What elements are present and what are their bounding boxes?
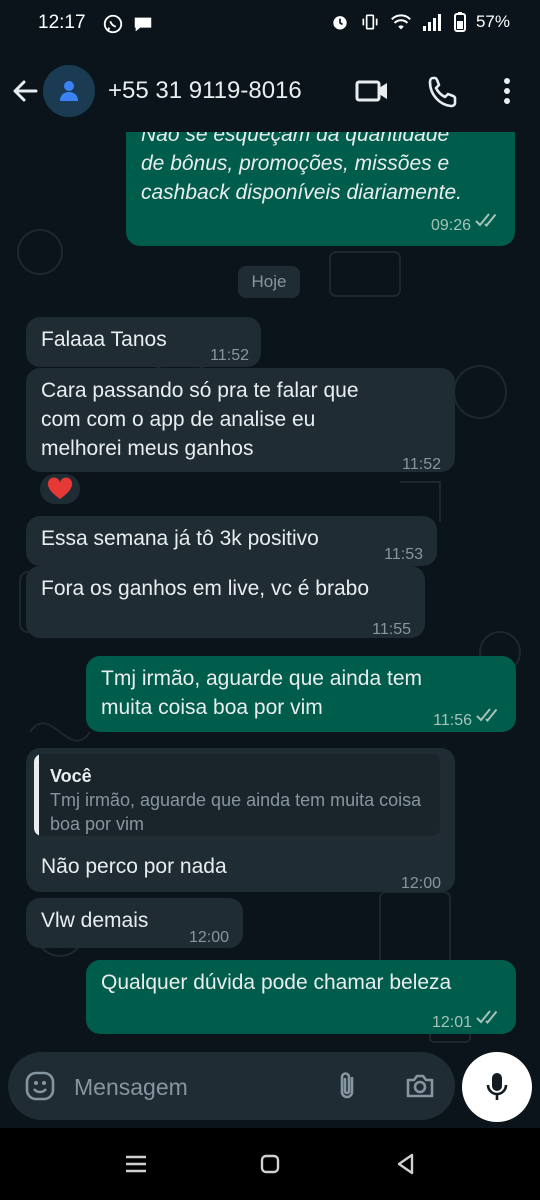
message-bubble-incoming[interactable]: Vlw demais 12:00 — [26, 898, 243, 948]
person-icon — [60, 81, 78, 101]
message-bubble-incoming[interactable]: Essa semana já tô 3k positivo 11:53 — [26, 516, 437, 566]
emoji-icon[interactable] — [24, 1070, 56, 1102]
reaction-badge[interactable] — [38, 472, 82, 506]
message-text: Tmj irmão, aguarde que ainda tem muita c… — [101, 667, 422, 719]
message-time: 12:00 — [400, 875, 441, 892]
message-bubble-outgoing[interactable]: Tmj irmão, aguarde que ainda tem muita c… — [86, 656, 516, 732]
chat-notification-icon — [134, 17, 152, 32]
read-ticks-icon — [475, 213, 497, 227]
message-time: 11:53 — [384, 546, 423, 563]
attach-icon[interactable] — [332, 1070, 364, 1102]
chat-area[interactable]: Não se esqueçam da quantidade de bônus, … — [0, 132, 540, 1050]
message-bubble-incoming[interactable]: Você Tmj irmão, aguarde que ainda tem mu… — [26, 748, 455, 892]
message-text: Qualquer dúvida pode chamar beleza — [101, 971, 452, 994]
date-divider: Hoje — [238, 266, 300, 298]
camera-icon[interactable] — [404, 1070, 436, 1102]
back-arrow-icon[interactable] — [10, 76, 40, 106]
avatar[interactable] — [43, 65, 95, 117]
message-time: 11:55 — [372, 621, 411, 638]
voice-message-button[interactable] — [462, 1052, 532, 1122]
wifi-icon — [391, 14, 411, 30]
message-bubble-incoming[interactable]: Fora os ganhos em live, vc é brabo 11:55 — [26, 566, 425, 638]
message-time: 09:26 — [430, 217, 471, 234]
home-icon[interactable] — [256, 1150, 284, 1178]
message-text: Não perco por nada — [41, 855, 227, 878]
battery-percent: 57% — [475, 12, 510, 31]
heart-icon — [47, 477, 73, 499]
quoted-author: Você — [50, 766, 92, 786]
read-ticks-icon — [476, 1010, 498, 1024]
video-call-icon[interactable] — [355, 74, 389, 108]
message-time: 11:56 — [433, 712, 472, 729]
signal-icon — [422, 14, 441, 31]
alarm-icon — [333, 16, 347, 30]
message-text: Não se esqueçam da quantidade de bônus, … — [141, 132, 463, 204]
voice-call-icon[interactable] — [427, 74, 461, 108]
message-time: 12:00 — [188, 929, 229, 946]
message-text: Cara passando só pra te falar que com co… — [41, 379, 359, 460]
whatsapp-notification-icon — [103, 14, 123, 34]
message-bubble-outgoing[interactable]: Qualquer dúvida pode chamar beleza 12:01 — [86, 960, 516, 1034]
message-input[interactable] — [72, 1066, 326, 1108]
menu-dots-icon[interactable] — [490, 74, 524, 108]
contact-name[interactable]: +55 31 9119-8016 — [108, 77, 302, 105]
read-ticks-icon — [476, 708, 498, 722]
vibrate-icon — [362, 14, 378, 30]
status-bar: 12:17 57% — [0, 0, 540, 48]
microphone-icon — [486, 1073, 508, 1100]
message-bubble-incoming[interactable]: Cara passando só pra te falar que com co… — [26, 368, 455, 473]
recents-icon[interactable] — [122, 1150, 150, 1178]
battery-icon — [453, 12, 466, 32]
message-time: 12:01 — [431, 1014, 472, 1031]
message-text: Fora os ganhos em live, vc é brabo — [41, 577, 370, 600]
message-bubble-outgoing[interactable]: Não se esqueçam da quantidade de bônus, … — [126, 132, 515, 246]
status-time: 12:17 — [38, 12, 86, 33]
message-time: 11:52 — [402, 456, 441, 473]
message-text: Essa semana já tô 3k positivo — [41, 527, 319, 550]
message-text: Vlw demais — [41, 909, 149, 932]
system-nav-bar — [0, 1128, 540, 1200]
quoted-text: Tmj irmão, aguarde que ainda tem muita c… — [50, 790, 422, 834]
message-composer — [8, 1052, 455, 1120]
message-text: Falaaa Tanos — [41, 328, 167, 351]
message-time: 11:52 — [210, 347, 249, 364]
chat-header: +55 31 9119-8016 — [0, 48, 540, 132]
back-nav-icon[interactable] — [392, 1150, 420, 1178]
quoted-message[interactable]: Você Tmj irmão, aguarde que ainda tem mu… — [34, 754, 440, 836]
message-bubble-incoming[interactable]: Falaaa Tanos 11:52 — [26, 317, 261, 367]
